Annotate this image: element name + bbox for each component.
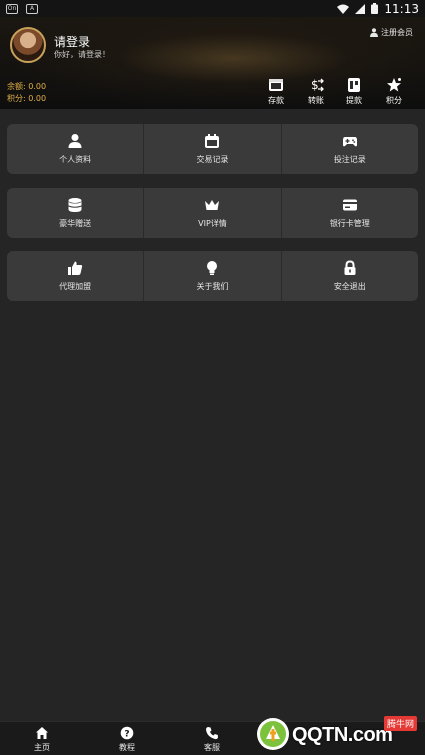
menu-item-about[interactable]: 关于我们	[144, 251, 282, 301]
menu-group-account: 个人资料 交易记录 投注记录	[7, 124, 418, 174]
menu-item-transactions[interactable]: 交易记录	[144, 124, 282, 174]
menu-group-benefits: 豪华赠送 VIP详情 银行卡管理	[7, 188, 418, 238]
menu-label: 个人资料	[59, 155, 92, 164]
menu-item-logout[interactable]: 安全退出	[282, 251, 418, 301]
register-label: 注册会员	[381, 28, 413, 37]
watermark-text: QQTN.com	[292, 724, 393, 746]
menu-item-agent[interactable]: 代理加盟	[7, 251, 145, 301]
profile-header: 请登录 你好，请登录！ 注册会员 余额: 0.00 积分: 0.00 存款 $ …	[0, 17, 425, 109]
wifi-icon	[337, 4, 350, 14]
wallet-icon	[269, 79, 283, 91]
watermark-badge: 腾牛网	[383, 716, 417, 731]
clock: 11:13	[384, 1, 419, 16]
menu-label: 银行卡管理	[329, 219, 370, 228]
person-icon	[370, 28, 378, 37]
deposit-button[interactable]: 存款	[260, 77, 292, 106]
help-icon: ?	[120, 726, 134, 740]
signal-icon	[355, 3, 366, 14]
card-icon	[342, 199, 357, 211]
avatar[interactable]	[10, 27, 46, 63]
account-summary: 余额: 0.00 积分: 0.00	[7, 81, 46, 105]
points-button[interactable]: 积分	[378, 77, 410, 106]
svg-text:$: $	[311, 78, 319, 92]
menu-label: 代理加盟	[59, 282, 92, 291]
nav-label: 客服	[204, 743, 220, 752]
transfer-label: 转账	[308, 96, 324, 105]
register-button[interactable]: 注册会员	[370, 27, 413, 38]
notification-icon: On	[6, 3, 18, 14]
transfer-button[interactable]: $ 转账	[300, 77, 332, 106]
thumbs-up-icon	[68, 261, 83, 275]
gamepad-icon	[342, 137, 357, 147]
phone-icon	[206, 727, 218, 740]
menu-label: 安全退出	[333, 282, 366, 291]
nav-home[interactable]: 主页	[22, 726, 62, 753]
database-icon	[68, 198, 82, 212]
bulb-icon	[207, 261, 218, 275]
balance-text: 余额: 0.00	[7, 82, 47, 91]
menu-label: VIP详情	[198, 219, 227, 228]
watermark-logo	[257, 718, 289, 750]
lock-icon	[344, 260, 356, 275]
user-icon	[68, 134, 82, 148]
menu-item-vip[interactable]: VIP详情	[144, 188, 282, 238]
nav-label: 教程	[119, 743, 135, 752]
menu-item-profile[interactable]: 个人资料	[7, 124, 145, 174]
withdraw-button[interactable]: 提款	[338, 77, 370, 106]
nav-label: 主页	[34, 743, 50, 752]
svg-text:?: ?	[124, 730, 129, 740]
star-icon	[387, 78, 401, 92]
menu-item-bank-cards[interactable]: 银行卡管理	[282, 188, 418, 238]
points-label: 积分	[386, 96, 402, 105]
app-screen: On A 11:13 请登录 你好，请登录！ 注册会员 余额: 0.00 积分:…	[0, 0, 425, 755]
app-icon: A	[26, 3, 38, 14]
watermark: QQTN.com 腾牛网	[254, 713, 419, 753]
nav-support[interactable]: 客服	[192, 726, 232, 753]
battery-icon	[371, 3, 379, 14]
crown-icon	[205, 200, 220, 210]
menu-label: 关于我们	[196, 282, 229, 291]
status-bar: On A 11:13	[0, 0, 425, 17]
menu-label: 交易记录	[196, 155, 229, 164]
menu-group-more: 代理加盟 关于我们 安全退出	[7, 251, 418, 301]
deposit-label: 存款	[268, 96, 284, 105]
transfer-icon: $	[311, 78, 324, 92]
login-title[interactable]: 请登录	[54, 33, 90, 50]
home-icon	[36, 727, 48, 739]
withdraw-icon	[348, 78, 360, 92]
withdraw-label: 提款	[346, 96, 362, 105]
calendar-icon	[205, 134, 220, 148]
points-text: 积分: 0.00	[7, 94, 47, 103]
menu-label: 投注记录	[333, 155, 366, 164]
menu-item-bets[interactable]: 投注记录	[282, 124, 418, 174]
nav-tutorial[interactable]: ? 教程	[107, 726, 147, 753]
menu-label: 豪华赠送	[59, 219, 92, 228]
menu-item-gifts[interactable]: 豪华赠送	[7, 188, 145, 238]
login-subtitle: 你好，请登录！	[54, 50, 110, 59]
